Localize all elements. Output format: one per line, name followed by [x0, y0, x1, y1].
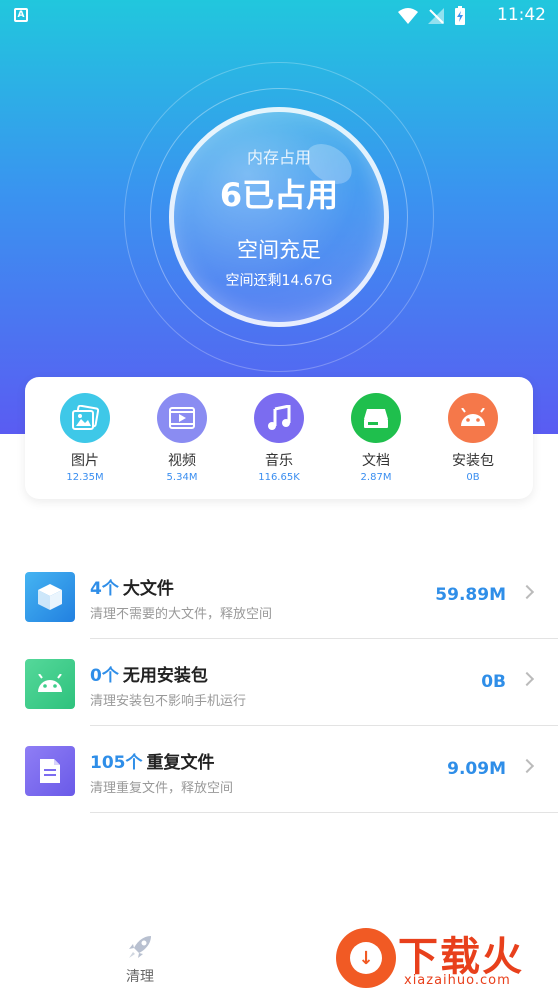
watermark-logo: ↓ 下载火 xiazaihuo.com — [332, 918, 558, 992]
category-card: 图片 12.35M 视频 5.34M 音乐 116.65K 文档 2.87M 安… — [25, 377, 533, 499]
list-item-large-files[interactable]: 4个 大文件 清理不需要的大文件，释放空间 59.89M — [0, 553, 558, 639]
item-count: 0个 — [90, 666, 119, 686]
memory-gauge[interactable]: 内存占用 6已占用 空间充足 空间还剩14.67G — [124, 62, 434, 372]
item-name: 重复文件 — [146, 753, 215, 773]
download-icon: ↓ — [350, 942, 382, 974]
chevron-right-icon — [519, 758, 535, 774]
category-label: 图片 — [71, 453, 99, 469]
category-size: 12.35M — [66, 472, 104, 483]
nav-clean-label: 清理 — [126, 969, 154, 985]
android-icon — [448, 393, 498, 443]
category-music[interactable]: 音乐 116.65K — [244, 393, 314, 483]
chevron-right-icon — [519, 671, 535, 687]
watermark-url: xiazaihuo.com — [404, 973, 511, 988]
item-count: 105个 — [90, 753, 143, 773]
memory-used: 6已占用 — [219, 176, 339, 214]
category-apks[interactable]: 安装包 0B — [438, 393, 508, 483]
video-icon — [157, 393, 207, 443]
category-label: 视频 — [168, 453, 196, 469]
chevron-right-icon — [519, 584, 535, 600]
battery-charging-icon — [455, 6, 465, 25]
file-icon — [25, 746, 75, 796]
picture-icon — [60, 393, 110, 443]
music-icon — [254, 393, 304, 443]
app-notification-icon: A — [14, 8, 28, 22]
item-title: 105个 重复文件 — [90, 748, 215, 773]
item-title: 4个 大文件 — [90, 574, 174, 599]
status-bar: A 11:42 — [0, 0, 558, 32]
category-label: 文档 — [362, 453, 390, 469]
no-signal-icon — [428, 8, 444, 24]
item-description: 清理安装包不影响手机运行 — [90, 694, 247, 709]
memory-status: 空间充足 — [237, 238, 321, 262]
item-size: 0B — [481, 672, 506, 692]
item-count: 4个 — [90, 579, 119, 599]
memory-remaining: 空间还剩14.67G — [225, 273, 333, 289]
category-label: 安装包 — [452, 453, 494, 469]
item-title: 0个 无用安装包 — [90, 661, 208, 686]
category-pictures[interactable]: 图片 12.35M — [50, 393, 120, 483]
item-size: 59.89M — [435, 585, 506, 605]
item-description: 清理不需要的大文件，释放空间 — [90, 607, 273, 622]
item-size: 9.09M — [447, 759, 506, 779]
item-name: 无用安装包 — [122, 666, 208, 686]
category-label: 音乐 — [265, 453, 293, 469]
item-description: 清理重复文件，释放空间 — [90, 781, 234, 796]
item-name: 大文件 — [122, 579, 174, 599]
category-size: 2.87M — [360, 472, 392, 483]
list-item-duplicate-files[interactable]: 105个 重复文件 清理重复文件，释放空间 9.09M — [0, 727, 558, 813]
category-size: 0B — [466, 472, 480, 483]
category-videos[interactable]: 视频 5.34M — [147, 393, 217, 483]
rocket-icon — [129, 936, 151, 958]
document-icon — [351, 393, 401, 443]
memory-ball — [169, 107, 389, 327]
divider — [90, 812, 558, 813]
clock: 11:42 — [497, 5, 546, 25]
divider — [90, 638, 558, 639]
list-item-unused-apks[interactable]: 0个 无用安装包 清理安装包不影响手机运行 0B — [0, 640, 558, 726]
cube-icon — [25, 572, 75, 622]
memory-label: 内存占用 — [246, 148, 311, 167]
category-documents[interactable]: 文档 2.87M — [341, 393, 411, 483]
wifi-icon — [398, 8, 418, 24]
category-size: 5.34M — [166, 472, 198, 483]
nav-clean[interactable]: 清理 — [110, 934, 170, 986]
category-size: 116.65K — [258, 472, 300, 483]
android-icon — [25, 659, 75, 709]
divider — [90, 725, 558, 726]
